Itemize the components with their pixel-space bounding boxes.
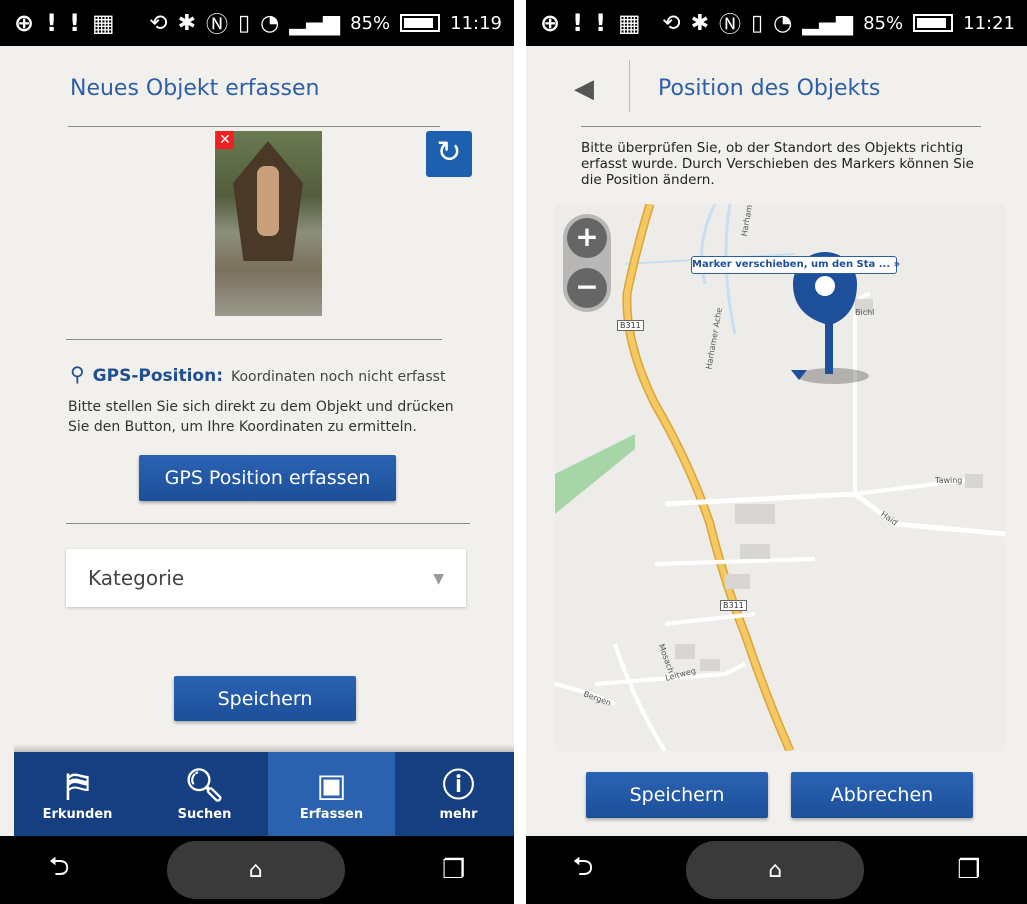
signal-icon: ▂▄▆ [802,10,854,36]
category-select[interactable]: Kategorie ▼ [66,549,466,607]
gps-help-text: Bitte stellen Sie sich direkt zu dem Obj… [68,399,454,435]
gps-capture-button[interactable]: GPS Position erfassen [139,455,396,501]
category-select-value: Kategorie [88,566,185,590]
back-nav-icon[interactable]: ⮌ [572,848,593,892]
map-view[interactable]: + − Marker verschieben, um den Sta ... »… [555,204,1005,751]
crucifix-figure [257,166,279,236]
battery-percent: 85% [863,12,904,34]
home-button[interactable]: ⌂ [686,841,865,899]
tab-erkunden[interactable]: ⛿ Erkunden [14,752,141,836]
clock: 11:19 [450,12,502,34]
system-nav-bar: ⮌ ⌂ ❐ [0,836,514,904]
tab-suchen[interactable]: 🔍︎ Suchen [141,752,268,836]
notification-icon: ⊕ [540,9,561,37]
gallery-icon: ▦ [92,9,115,37]
road-badge: B311 [617,320,644,331]
gps-label: GPS-Position: [92,366,223,386]
back-arrow-icon: ◀ [574,74,594,104]
divider [66,339,442,340]
marker-tooltip[interactable]: Marker verschieben, um den Sta ... » [691,256,900,274]
nfc-icon: Ⓝ [206,13,229,38]
sync-icon: ⟲ [149,10,168,36]
wifi-icon: ◔ [260,10,280,36]
battery-icon [400,14,441,32]
nfc-icon: Ⓝ [719,13,742,38]
recents-icon[interactable]: ❐ [957,855,980,885]
status-bar: ⊕ ! ! ▦ ⟲ ✱ Ⓝ ▯ ◔ ▂▄▆ 85% 11:21 [526,0,1027,46]
map-label-tawing: Tawing [935,476,963,485]
rotate-icon: ↻ [436,135,462,170]
tab-label: mehr [439,806,478,822]
tab-mehr[interactable]: ⓘ mehr [395,752,514,836]
cancel-button[interactable]: Abbrechen [791,772,973,818]
divider [68,126,440,127]
wifi-icon: ◔ [773,10,793,36]
tab-erfassen[interactable]: ▣ Erfassen [268,752,395,836]
screen-object-position: ⊕ ! ! ▦ ⟲ ✱ Ⓝ ▯ ◔ ▂▄▆ 85% 11:21 ◀ Positi… [526,0,1027,904]
position-description: Bitte überprüfen Sie, ob der Standort de… [581,140,974,188]
rotate-photo-button[interactable]: ↻ [426,131,472,177]
header-separator [629,60,630,112]
save-button[interactable]: Speichern [586,772,768,818]
battery-icon [913,14,954,32]
chevron-down-icon: ▼ [433,571,444,587]
home-icon: ⌂ [248,857,263,883]
system-nav-bar: ⮌ ⌂ ❐ [526,836,1027,904]
signal-icon: ▂▄▆ [289,10,341,36]
clock: 11:21 [963,12,1015,34]
search-icon: 🔍︎ [184,765,225,804]
notification-icon: ⊕ [14,9,35,37]
bluetooth-icon: ✱ [177,10,197,36]
info-icon: ⓘ [442,765,475,804]
map-label-bichl: Bichl [855,308,875,317]
alert-icon: ! [572,9,584,37]
zoom-in-button[interactable]: + [567,218,607,258]
zoom-out-button[interactable]: − [567,268,607,308]
back-button[interactable]: ◀ [574,74,594,104]
bluetooth-icon: ✱ [690,10,710,36]
alert-icon: ! [595,9,607,37]
recents-icon[interactable]: ❐ [442,855,465,885]
home-icon: ⌂ [768,857,783,883]
bottom-tab-bar: ⛿ Erkunden 🔍︎ Suchen ▣ Erfassen ⓘ mehr [14,752,514,836]
page-title: Position des Objekts [658,76,881,101]
map-pin-icon: ⛿ [65,765,90,804]
gallery-icon: ▦ [618,9,641,37]
tab-label: Erfassen [299,806,364,822]
screen-new-object: ⊕ ! ! ▦ ⟲ ✱ Ⓝ ▯ ◔ ▂▄▆ 85% 11:19 Neues Ob… [0,0,514,904]
save-button[interactable]: Speichern [174,676,356,721]
camera-icon: ▣ [316,765,347,804]
page-title: Neues Objekt erfassen [70,76,320,101]
road-badge: B311 [720,600,747,611]
zoom-control: + − [563,214,611,312]
alert-icon: ! [69,9,81,37]
divider [66,523,470,524]
vibrate-icon: ▯ [238,10,251,36]
battery-percent: 85% [350,12,391,34]
location-pin-icon: ⚲ [70,362,85,386]
alert-icon: ! [46,9,58,37]
object-photo[interactable] [215,131,322,316]
status-bar: ⊕ ! ! ▦ ⟲ ✱ Ⓝ ▯ ◔ ▂▄▆ 85% 11:19 [0,0,514,46]
divider [581,126,981,127]
home-button[interactable]: ⌂ [166,841,345,899]
tab-label: Suchen [177,806,232,822]
sync-icon: ⟲ [662,10,681,36]
remove-photo-button[interactable]: ✕ [216,131,234,149]
screen-gap [514,0,526,904]
vibrate-icon: ▯ [751,10,764,36]
back-nav-icon[interactable]: ⮌ [49,848,70,892]
gps-status-text: Koordinaten noch nicht erfasst [231,369,446,385]
gps-status-row: ⚲ GPS-Position: Koordinaten noch nicht e… [70,362,445,386]
tab-label: Erkunden [42,806,113,822]
